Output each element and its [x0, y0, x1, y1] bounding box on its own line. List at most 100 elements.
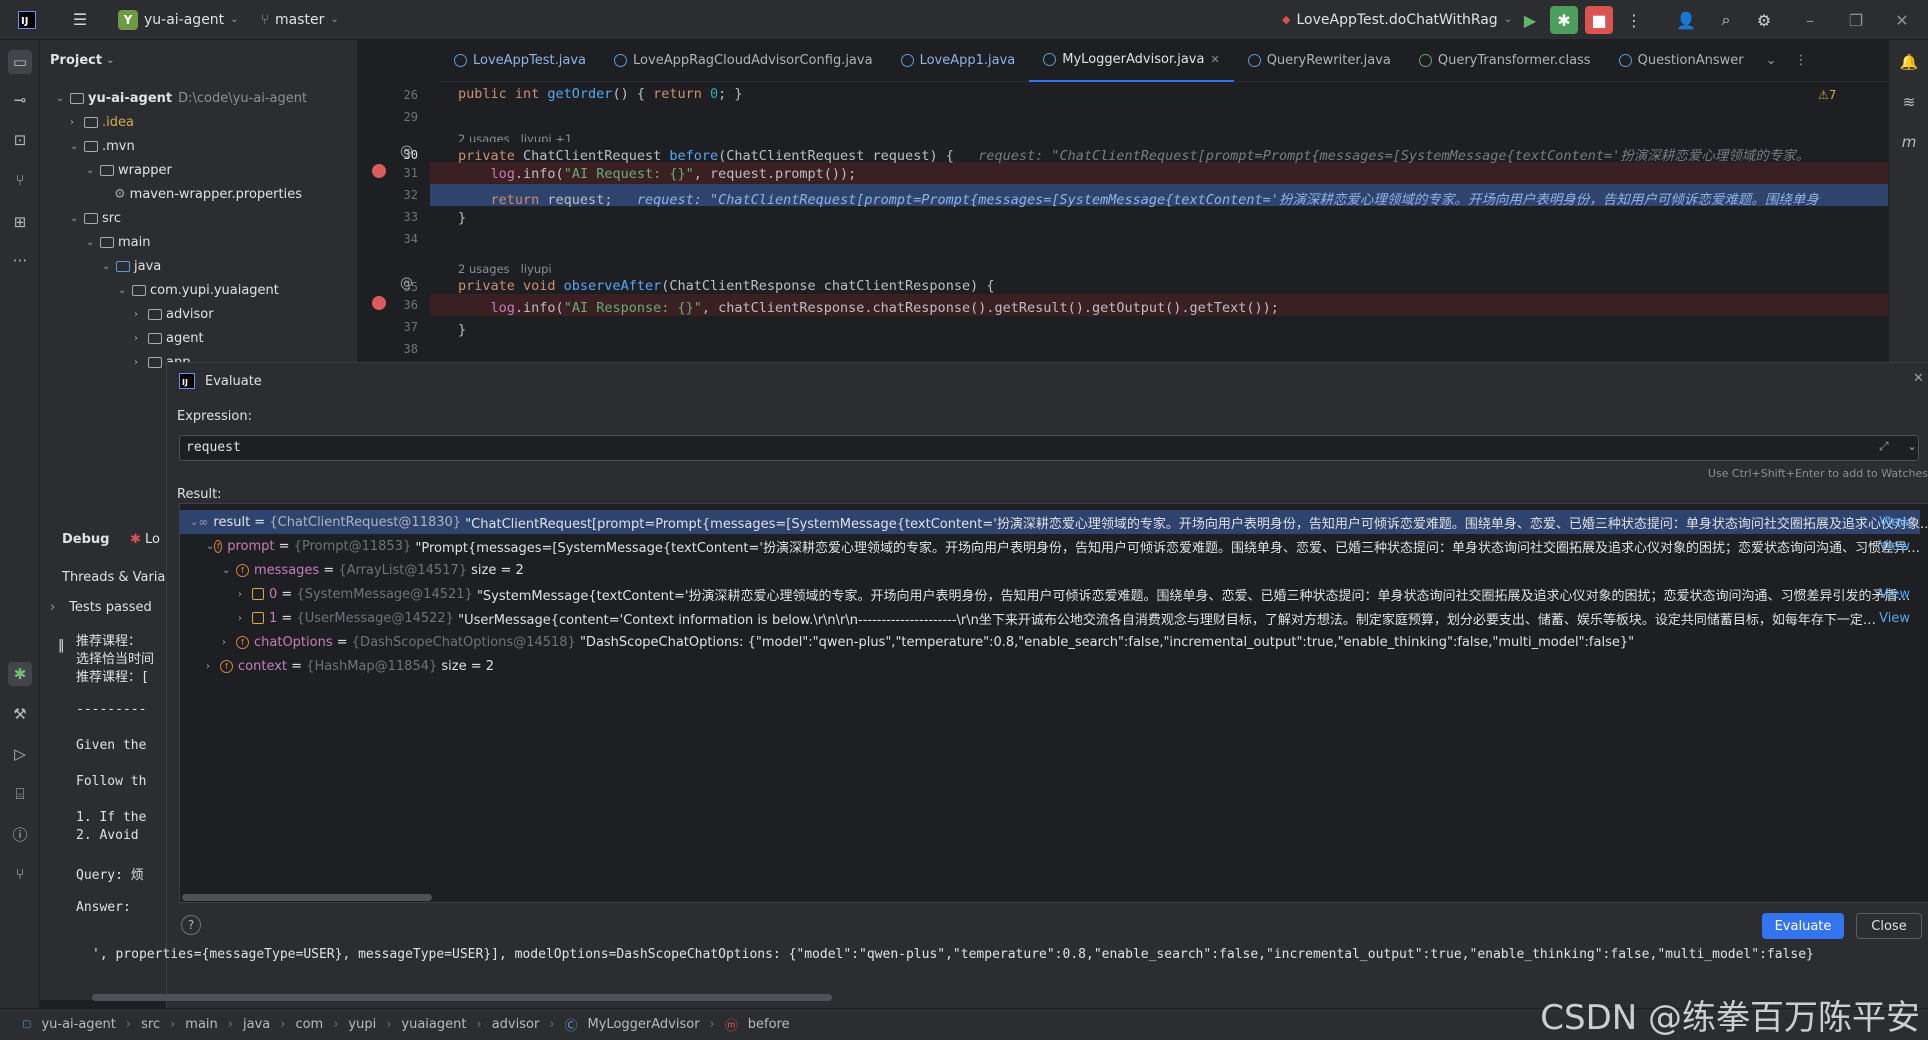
tree-row-chatoptions[interactable]: › f chatOptions = {DashScopeChatOptions@… [180, 630, 1920, 654]
field-icon: f [236, 563, 249, 577]
intellij-logo-icon[interactable]: IJ [18, 10, 36, 29]
expression-input[interactable]: request [179, 435, 1919, 461]
close-tab-icon[interactable]: ✕ [1210, 53, 1219, 66]
tab-loveapptest[interactable]: LoveAppTest.java [440, 40, 600, 82]
close-icon[interactable]: ✕ [1888, 6, 1916, 34]
more-vertical-icon[interactable]: ⋮ [1795, 53, 1808, 68]
tab-log[interactable]: ✱ Lo [130, 532, 160, 547]
breadcrumb-item[interactable]: MyLoggerAdvisor [588, 1017, 700, 1032]
tab-querytransformer[interactable]: QueryTransformer.class [1405, 40, 1605, 82]
evaluate-dialog-header[interactable]: IJ Evaluate [179, 373, 262, 389]
tab-loveapp1[interactable]: LoveApp1.java [887, 40, 1030, 82]
more-tools-icon[interactable]: ⋯ [8, 248, 32, 272]
breadcrumb-item[interactable]: com [295, 1017, 323, 1032]
git-tool-icon[interactable]: ⑂ [8, 862, 32, 886]
expand-icon[interactable]: ⤢ [1879, 439, 1889, 454]
result-tree[interactable]: ⌄ ∞ result = {ChatClientRequest@11830} "… [179, 503, 1928, 903]
tab-label: LoveAppTest.java [473, 53, 587, 68]
tree-row-messages[interactable]: ⌄ f messages = {ArrayList@14517} size = … [180, 558, 1920, 582]
view-link[interactable]: View [1879, 587, 1910, 602]
tab-loveappragcloudadvisorconfig[interactable]: LoveAppRagCloudAdvisorConfig.java [600, 40, 887, 82]
project-panel-header[interactable]: Project ⌄ [40, 40, 357, 80]
maven-icon[interactable]: m [1897, 130, 1921, 154]
tests-passed-row[interactable]: › Tests passed [50, 600, 152, 615]
warnings-indicator[interactable]: ⚠7 [1818, 88, 1836, 102]
main-menu-icon[interactable]: ☰ [66, 6, 94, 34]
tab-myloggeradvisor[interactable]: MyLoggerAdvisor.java ✕ [1029, 40, 1234, 82]
breadcrumb-item[interactable]: advisor [492, 1017, 540, 1032]
horizontal-scrollbar[interactable] [182, 894, 432, 901]
breadcrumb-item[interactable]: src [141, 1017, 160, 1032]
tree-row-message-1[interactable]: › 1 = {UserMessage@14522} "UserMessage{c… [180, 606, 1920, 630]
tree-row-prompt[interactable]: ⌄ f prompt = {Prompt@11853} "Prompt{mess… [180, 534, 1920, 558]
minimize-icon[interactable]: – [1796, 6, 1824, 34]
structure-tool-icon[interactable]: ⊞ [8, 210, 32, 234]
breadcrumb-item[interactable]: java [243, 1017, 270, 1032]
tree-item-idea[interactable]: › .idea [70, 110, 134, 134]
run-icon[interactable]: ▶ [1516, 6, 1544, 34]
project-tool-icon[interactable]: ▭ [8, 50, 32, 74]
console-scrollbar[interactable] [92, 994, 832, 1001]
threads-variables-tab[interactable]: Threads & Variabl [62, 570, 177, 585]
tree-row-result[interactable]: ⌄ ∞ result = {ChatClientRequest@11830} "… [180, 510, 1928, 534]
view-link[interactable]: View [1879, 611, 1910, 626]
tabs-dropdown-icon[interactable]: ⌄ [1766, 53, 1777, 68]
tree-row-context[interactable]: › f context = {HashMap@11854} size = 2 [180, 654, 1920, 678]
pull-requests-icon[interactable]: ⑂ [8, 168, 32, 192]
more-vertical-icon[interactable]: ⋮ [1620, 6, 1648, 34]
tab-debug[interactable]: Debug [62, 532, 109, 547]
tree-item-java[interactable]: ⌄ java [102, 254, 161, 278]
history-dropdown-icon[interactable]: ⌄ [1907, 439, 1917, 453]
tab-queryrewriter[interactable]: QueryRewriter.java [1234, 40, 1405, 82]
problems-tool-icon[interactable]: ⓘ [8, 822, 32, 846]
project-selector[interactable]: Y yu-ai-agent ⌄ [118, 9, 239, 30]
search-icon[interactable]: ⌕ [1712, 6, 1740, 34]
tree-label: agent [166, 330, 204, 346]
tree-row-message-0[interactable]: › 0 = {SystemMessage@14521} "SystemMessa… [180, 582, 1920, 606]
tree-item-package[interactable]: ⌄ com.yupi.yuaiagent [118, 278, 279, 302]
inbox-tool-icon[interactable]: ⊡ [8, 128, 32, 152]
at-icon[interactable]: @ [400, 144, 413, 159]
stop-icon[interactable]: ■ [1585, 6, 1613, 34]
code-editor[interactable]: 26 29 2 usages liyupi +1 30 31 32 33 34 … [358, 82, 1888, 362]
breadcrumb-item[interactable]: yuaiagent [401, 1017, 466, 1032]
debug-icon[interactable]: ✱ [1550, 6, 1578, 34]
tree-item-agent[interactable]: › agent [134, 326, 204, 350]
branch-selector[interactable]: ⑂ master ⌄ [261, 12, 339, 28]
database-icon[interactable]: ≋ [1897, 90, 1921, 114]
breadcrumb-item[interactable]: yu-ai-agent [41, 1017, 115, 1032]
tree-item-mvn[interactable]: ⌄ .mvn [70, 134, 135, 158]
tree-item-advisor[interactable]: › advisor [134, 302, 214, 326]
debug-tool-icon[interactable]: ✱ [8, 662, 32, 686]
tree-item-maven-wrapper-properties[interactable]: ⚙ maven-wrapper.properties [114, 182, 302, 206]
breadcrumb-item[interactable]: before [748, 1017, 790, 1032]
services-tool-icon[interactable]: ▷ [8, 742, 32, 766]
tree-item-src[interactable]: ⌄ src [70, 206, 121, 230]
view-link[interactable]: View [1879, 515, 1910, 530]
notifications-icon[interactable]: 🔔 [1897, 50, 1921, 74]
build-tool-icon[interactable]: ⚒ [8, 702, 32, 726]
tab-questionanswer[interactable]: QuestionAnswer [1605, 40, 1758, 82]
view-link[interactable]: View [1879, 539, 1910, 554]
tree-item-wrapper[interactable]: ⌄ wrapper [86, 158, 172, 182]
help-icon[interactable]: ? [181, 915, 201, 935]
add-user-icon[interactable]: 👤 [1672, 6, 1700, 34]
restore-icon[interactable]: ❐ [1842, 6, 1870, 34]
settings-icon[interactable]: ⚙ [1750, 6, 1778, 34]
usages-hint[interactable]: 2 usages liyupi [458, 262, 552, 276]
evaluate-button[interactable]: Evaluate [1762, 913, 1844, 939]
breadcrumb-item[interactable]: main [185, 1017, 217, 1032]
commit-tool-icon[interactable]: ⊸ [8, 88, 32, 112]
var-ref: {HashMap@11854} [306, 658, 438, 674]
close-icon[interactable]: ✕ [1913, 371, 1924, 386]
run-config-selector[interactable]: ◆ LoveAppTest.doChatWithRag ⌄ [1282, 12, 1512, 28]
pause-icon[interactable]: ‖ [58, 638, 65, 653]
breadcrumb-item[interactable]: yupi [348, 1017, 376, 1032]
tree-item-main[interactable]: ⌄ main [86, 230, 150, 254]
at-icon[interactable]: @ [400, 276, 413, 291]
tree-item-root[interactable]: ⌄ yu-ai-agent D:\code\yu-ai-agent [56, 86, 307, 110]
chevron-right-icon: › [50, 600, 56, 615]
log-icon: ✱ [130, 532, 141, 547]
close-button[interactable]: Close [1856, 913, 1922, 939]
terminal-tool-icon[interactable]: ⌸ [8, 782, 32, 806]
